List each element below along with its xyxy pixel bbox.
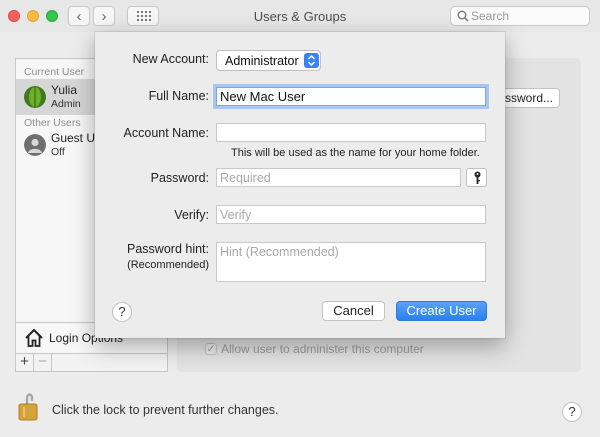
current-user-header: Current User <box>24 66 85 78</box>
key-icon <box>474 171 481 184</box>
search-input[interactable] <box>471 9 585 23</box>
grid-icon <box>137 11 151 21</box>
chevron-right-icon: › <box>101 7 107 25</box>
back-button[interactable]: ‹ <box>68 6 90 26</box>
user-role: Off <box>51 146 65 158</box>
remove-user-button[interactable]: − <box>34 354 52 371</box>
password-hint-sublabel: (Recommended) <box>127 259 209 271</box>
verify-label: Verify: <box>174 208 209 222</box>
full-name-field[interactable] <box>216 87 486 106</box>
account-name-field[interactable] <box>216 123 486 142</box>
house-icon <box>25 328 43 347</box>
search-icon <box>457 10 469 22</box>
lock-label: Click the lock to prevent further change… <box>52 403 279 417</box>
lock-icon <box>18 393 38 421</box>
admin-checkbox-label: Allow user to administer this computer <box>221 342 424 356</box>
password-field[interactable] <box>216 168 461 187</box>
password-assistant-button[interactable] <box>466 168 487 187</box>
account-name-hint: This will be used as the name for your h… <box>231 147 480 159</box>
account-type-value: Administrator <box>225 54 299 68</box>
cancel-button[interactable]: Cancel <box>322 301 385 321</box>
list-toolbar: + − <box>16 353 167 371</box>
account-name-label: Account Name: <box>123 126 209 140</box>
forward-button[interactable]: › <box>93 6 115 26</box>
admin-checkbox-row[interactable]: ✓ Allow user to administer this computer <box>205 342 424 356</box>
password-hint-label: Password hint: <box>127 242 209 256</box>
password-hint-field[interactable] <box>216 242 486 282</box>
verify-field[interactable] <box>216 205 486 224</box>
create-user-button[interactable]: Create User <box>396 301 487 321</box>
chevron-updown-icon <box>304 53 319 68</box>
account-type-select[interactable]: Administrator <box>216 50 321 71</box>
help-button[interactable]: ? <box>112 302 132 322</box>
close-window-button[interactable] <box>8 10 20 22</box>
chevron-left-icon: ‹ <box>76 7 82 25</box>
zoom-window-button[interactable] <box>46 10 58 22</box>
lock-button[interactable] <box>16 390 40 425</box>
password-label: Password: <box>150 171 209 185</box>
help-button[interactable]: ? <box>562 402 582 422</box>
new-account-label: New Account: <box>132 52 209 66</box>
minimize-window-button[interactable] <box>27 10 39 22</box>
show-all-button[interactable] <box>127 6 159 26</box>
add-user-button[interactable]: + <box>16 354 34 371</box>
full-name-label: Full Name: <box>148 89 209 103</box>
window-title: Users & Groups <box>253 9 347 24</box>
checkmark-icon[interactable]: ✓ <box>205 343 217 355</box>
search-box[interactable] <box>450 6 590 26</box>
new-account-dialog: New Account: Administrator Full Name: Ac… <box>95 32 505 338</box>
